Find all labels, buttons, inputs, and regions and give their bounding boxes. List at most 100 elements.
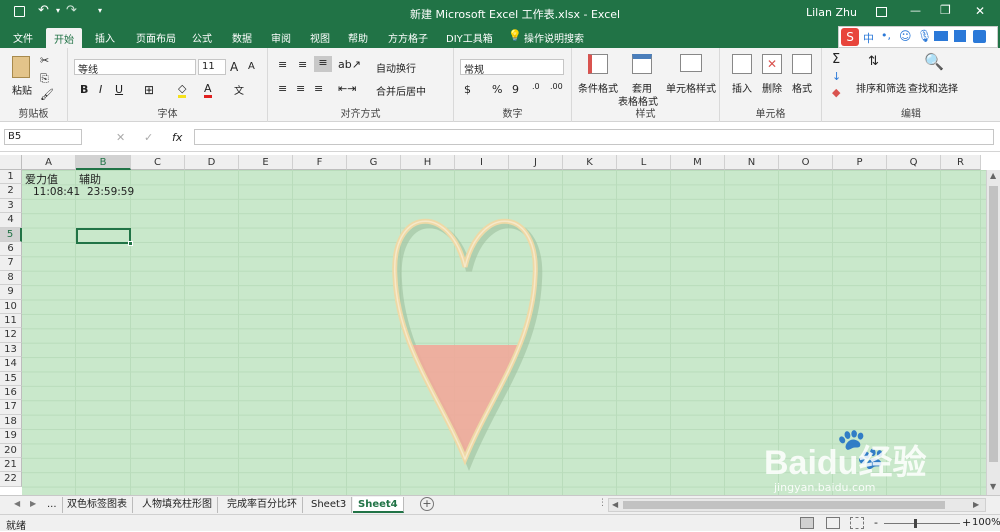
- format-cells-icon[interactable]: [792, 54, 812, 74]
- tab-home[interactable]: 开始: [46, 28, 82, 48]
- conditional-format-icon[interactable]: [588, 54, 608, 74]
- tab-data[interactable]: 数据: [232, 30, 252, 45]
- undo-dropdown-icon[interactable]: ▾: [56, 6, 60, 15]
- zoom-slider-track[interactable]: [884, 523, 960, 524]
- page-break-view-icon[interactable]: [850, 517, 864, 529]
- row-header-18[interactable]: 18: [0, 414, 22, 430]
- select-all-corner[interactable]: [0, 155, 22, 170]
- row-header-14[interactable]: 14: [0, 357, 22, 372]
- row-header-11[interactable]: 11: [0, 314, 22, 329]
- fill-icon[interactable]: ↓: [832, 70, 841, 83]
- autosum-icon[interactable]: Σ: [832, 52, 840, 67]
- zoom-level[interactable]: 100%: [972, 517, 1000, 528]
- phonetic-icon[interactable]: 文: [234, 82, 244, 97]
- tab-insert[interactable]: 插入: [95, 30, 115, 45]
- sort-filter-button[interactable]: 排序和筛选: [856, 80, 906, 95]
- formula-input[interactable]: [194, 129, 994, 145]
- undo-icon[interactable]: ↶: [38, 3, 49, 18]
- scroll-right-icon[interactable]: ▶: [973, 500, 979, 509]
- maximize-button[interactable]: ❐: [940, 3, 951, 17]
- merge-center-button[interactable]: 合并后居中: [376, 83, 426, 98]
- column-header-o[interactable]: O: [779, 155, 833, 170]
- insert-cells-button[interactable]: 插入: [732, 80, 752, 95]
- tab-help[interactable]: 帮助: [348, 30, 368, 45]
- bottom-align-icon[interactable]: ≡: [314, 56, 332, 72]
- percent-button[interactable]: %: [492, 83, 502, 96]
- row-header-7[interactable]: 7: [0, 256, 22, 271]
- column-header-b[interactable]: B: [76, 155, 131, 170]
- fill-handle[interactable]: [128, 241, 133, 246]
- tab-review[interactable]: 审阅: [271, 30, 291, 45]
- scroll-left-icon[interactable]: ◀: [612, 500, 618, 509]
- scroll-thumb[interactable]: [989, 186, 998, 462]
- confirm-formula-icon[interactable]: ✓: [144, 131, 153, 144]
- tab-diy[interactable]: DIY工具箱: [446, 30, 493, 45]
- column-header-r[interactable]: R: [941, 155, 981, 170]
- zoom-in-button[interactable]: +: [962, 516, 971, 529]
- font-size-select[interactable]: 11: [198, 59, 226, 75]
- cell-a1[interactable]: 爱力值: [25, 171, 58, 187]
- active-cell-b5[interactable]: [76, 228, 131, 244]
- tab-formulas[interactable]: 公式: [192, 30, 212, 45]
- row-header-6[interactable]: 6: [0, 242, 22, 257]
- tab-split-icon[interactable]: ⋮: [598, 498, 607, 508]
- column-header-l[interactable]: L: [617, 155, 671, 170]
- bold-button[interactable]: B: [80, 83, 88, 96]
- row-header-1[interactable]: 1: [0, 170, 22, 185]
- row-header-3[interactable]: 3: [0, 198, 22, 214]
- tab-fangfang[interactable]: 方方格子: [388, 30, 428, 45]
- column-header-a[interactable]: A: [22, 155, 76, 170]
- row-header-8[interactable]: 8: [0, 270, 22, 286]
- customize-toolbar-icon[interactable]: ▾: [98, 6, 102, 15]
- underline-button[interactable]: U: [115, 83, 123, 96]
- row-header-10[interactable]: 10: [0, 299, 22, 314]
- find-select-icon[interactable]: 🔍: [924, 52, 944, 71]
- save-icon[interactable]: [14, 6, 25, 17]
- ribbon-display-icon[interactable]: [876, 7, 887, 17]
- column-header-q[interactable]: Q: [887, 155, 941, 170]
- worksheet-grid[interactable]: ABCDEFGHIJKLMNOPQR 1 2 3 4 5 6 7 8 9 10 11 12 13 14 15…: [0, 155, 1000, 495]
- cell-a2[interactable]: 11:08:41: [33, 186, 80, 198]
- cell-b1[interactable]: 辅助: [79, 171, 101, 187]
- sheet-tab-2[interactable]: 人物填充柱形图: [137, 497, 218, 513]
- font-name-select[interactable]: 等线: [74, 59, 196, 75]
- column-header-p[interactable]: P: [833, 155, 887, 170]
- row-header-4[interactable]: 4: [0, 213, 22, 228]
- grow-font-button[interactable]: A: [230, 60, 238, 74]
- italic-button[interactable]: I: [99, 83, 102, 96]
- increase-decimal-icon[interactable]: .0: [532, 82, 540, 91]
- paste-icon[interactable]: [12, 56, 30, 78]
- align-right-icon[interactable]: ≡: [314, 82, 323, 95]
- cell-b2[interactable]: 23:59:59: [87, 186, 134, 198]
- toolbox-icon[interactable]: [973, 30, 986, 43]
- sheet-tab-4[interactable]: Sheet3: [306, 497, 353, 513]
- middle-align-icon[interactable]: ≡: [298, 58, 307, 71]
- horizontal-scrollbar[interactable]: ◀ ▶: [608, 498, 986, 512]
- format-painter-icon[interactable]: 🖌: [40, 88, 54, 101]
- sheet-tab-active[interactable]: Sheet4: [353, 497, 404, 513]
- next-sheet-icon[interactable]: ▶: [30, 499, 36, 508]
- sogou-icon[interactable]: S: [841, 28, 859, 46]
- vertical-scrollbar[interactable]: ▲ ▼: [986, 170, 1000, 495]
- close-button[interactable]: ✕: [975, 4, 985, 18]
- delete-cells-icon[interactable]: ✕: [762, 54, 782, 74]
- row-header-19[interactable]: 19: [0, 429, 22, 444]
- row-header-5[interactable]: 5: [0, 227, 22, 242]
- comma-button[interactable]: 9: [512, 83, 519, 96]
- tab-page-layout[interactable]: 页面布局: [136, 30, 176, 45]
- scroll-up-icon[interactable]: ▲: [990, 171, 996, 180]
- copy-icon[interactable]: ⎘: [40, 72, 49, 86]
- find-select-button[interactable]: 查找和选择: [908, 80, 958, 95]
- tab-view[interactable]: 视图: [310, 30, 330, 45]
- hscroll-thumb[interactable]: [623, 501, 945, 509]
- emoji-icon[interactable]: ☺: [899, 29, 912, 43]
- tell-me-search[interactable]: 操作说明搜索: [524, 30, 584, 45]
- heart-chart[interactable]: [380, 197, 560, 477]
- row-header-17[interactable]: 17: [0, 400, 22, 415]
- minimize-button[interactable]: —: [910, 4, 921, 17]
- row-header-2[interactable]: 2: [0, 184, 22, 199]
- sort-filter-icon[interactable]: ⇅: [868, 54, 879, 69]
- insert-function-button[interactable]: fx: [172, 131, 182, 144]
- column-header-n[interactable]: N: [725, 155, 779, 170]
- column-header-k[interactable]: K: [563, 155, 617, 170]
